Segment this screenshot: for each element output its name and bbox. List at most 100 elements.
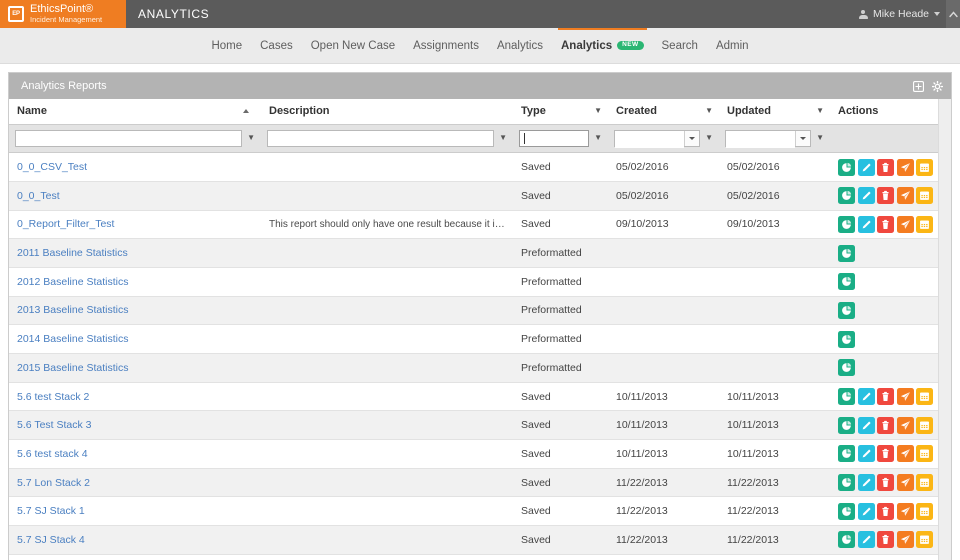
schedule-icon-button[interactable]	[916, 388, 933, 405]
calendar-dropdown-icon[interactable]	[684, 131, 699, 146]
send-icon-button[interactable]	[897, 474, 914, 491]
delete-icon-button[interactable]	[877, 503, 894, 520]
filter-input-type[interactable]	[519, 130, 589, 147]
send-icon-button[interactable]	[897, 503, 914, 520]
chart-icon-button[interactable]	[838, 245, 855, 262]
chart-icon-button[interactable]	[838, 503, 855, 520]
send-icon-button[interactable]	[897, 417, 914, 434]
edit-icon-button[interactable]	[858, 445, 875, 462]
edit-icon-button[interactable]	[858, 187, 875, 204]
filter-input-description[interactable]	[267, 130, 494, 147]
table-row[interactable]: 2012 Baseline StatisticsPreformatted	[9, 267, 951, 296]
filter-icon[interactable]: ▼	[705, 107, 713, 115]
delete-icon-button[interactable]	[877, 531, 894, 548]
edit-icon-button[interactable]	[858, 474, 875, 491]
table-row[interactable]: 0_0_CSV_TestSaved05/02/201605/02/2016	[9, 153, 951, 182]
brand-logo[interactable]: EP EthicsPoint® Incident Management	[0, 0, 126, 28]
report-name-link[interactable]: 0_Report_Filter_Test	[17, 218, 114, 230]
chart-icon-button[interactable]	[838, 216, 855, 233]
schedule-icon-button[interactable]	[916, 216, 933, 233]
edit-icon-button[interactable]	[858, 417, 875, 434]
delete-icon-button[interactable]	[877, 159, 894, 176]
filter-datepicker-created[interactable]	[614, 130, 700, 147]
filter-icon[interactable]: ▼	[247, 134, 255, 142]
edit-icon-button[interactable]	[858, 388, 875, 405]
table-row[interactable]: 5.6 test Stack 2Saved10/11/201310/11/201…	[9, 382, 951, 411]
nav-item-admin[interactable]: Admin	[707, 28, 758, 63]
report-name-link[interactable]: 5.7 Lon Stack 2	[17, 477, 90, 489]
sort-ascending-icon[interactable]	[243, 109, 249, 113]
filter-datepicker-updated[interactable]	[725, 130, 811, 147]
send-icon-button[interactable]	[897, 187, 914, 204]
scroll-gutter[interactable]	[938, 99, 951, 560]
edit-icon-button[interactable]	[858, 531, 875, 548]
chart-icon-button[interactable]	[838, 187, 855, 204]
report-name-link[interactable]: 0_0_CSV_Test	[17, 161, 87, 173]
delete-icon-button[interactable]	[877, 417, 894, 434]
schedule-icon-button[interactable]	[916, 159, 933, 176]
table-row[interactable]: 5.6 test stack 4Saved10/11/201310/11/201…	[9, 440, 951, 469]
schedule-icon-button[interactable]	[916, 445, 933, 462]
chart-icon-button[interactable]	[838, 159, 855, 176]
delete-icon-button[interactable]	[877, 216, 894, 233]
filter-input-created[interactable]	[615, 131, 684, 148]
filter-icon[interactable]: ▼	[594, 107, 602, 115]
report-name-link[interactable]: 2013 Baseline Statistics	[17, 304, 128, 316]
send-icon-button[interactable]	[897, 216, 914, 233]
column-header-updated[interactable]: Updated ▼	[719, 99, 830, 124]
calendar-dropdown-icon[interactable]	[795, 131, 810, 146]
delete-icon-button[interactable]	[877, 388, 894, 405]
table-row[interactable]: 2013 Baseline StatisticsPreformatted	[9, 296, 951, 325]
column-header-description[interactable]: Description	[261, 99, 513, 124]
user-name[interactable]: Mike Heade	[873, 8, 929, 20]
chart-icon-button[interactable]	[838, 302, 855, 319]
chart-icon-button[interactable]	[838, 474, 855, 491]
send-icon-button[interactable]	[897, 531, 914, 548]
chart-icon-button[interactable]	[838, 417, 855, 434]
report-name-link[interactable]: 5.6 test stack 4	[17, 448, 88, 460]
table-row[interactable]: 0_Report_Filter_TestThis report should o…	[9, 210, 951, 239]
schedule-icon-button[interactable]	[916, 503, 933, 520]
filter-icon[interactable]: ▼	[705, 134, 713, 142]
schedule-icon-button[interactable]	[916, 474, 933, 491]
edit-icon-button[interactable]	[858, 159, 875, 176]
report-name-link[interactable]: 5.6 Test Stack 3	[17, 419, 92, 431]
send-icon-button[interactable]	[897, 388, 914, 405]
nav-item-cases[interactable]: Cases	[251, 28, 302, 63]
filter-input-name[interactable]	[15, 130, 242, 147]
gear-icon[interactable]	[932, 81, 943, 92]
table-row[interactable]: 2014 Baseline StatisticsPreformatted	[9, 325, 951, 354]
chart-icon-button[interactable]	[838, 359, 855, 376]
edit-icon-button[interactable]	[858, 216, 875, 233]
chart-icon-button[interactable]	[838, 273, 855, 290]
delete-icon-button[interactable]	[877, 474, 894, 491]
nav-item-search[interactable]: Search	[653, 28, 707, 63]
nav-item-analytics[interactable]: Analytics	[488, 28, 552, 63]
chart-icon-button[interactable]	[838, 331, 855, 348]
column-header-type[interactable]: Type ▼	[513, 99, 608, 124]
report-name-link[interactable]: 2012 Baseline Statistics	[17, 276, 128, 288]
table-row[interactable]	[9, 554, 951, 560]
report-name-link[interactable]: 2014 Baseline Statistics	[17, 333, 128, 345]
nav-item-assignments[interactable]: Assignments	[404, 28, 488, 63]
schedule-icon-button[interactable]	[916, 417, 933, 434]
filter-icon[interactable]: ▼	[594, 134, 602, 142]
chevron-down-icon[interactable]	[934, 12, 940, 16]
edit-icon-button[interactable]	[858, 503, 875, 520]
report-name-link[interactable]: 5.7 SJ Stack 4	[17, 534, 85, 546]
nav-item-home[interactable]: Home	[202, 28, 251, 63]
report-name-link[interactable]: 5.6 test Stack 2	[17, 391, 89, 403]
send-icon-button[interactable]	[897, 445, 914, 462]
filter-icon[interactable]: ▼	[499, 134, 507, 142]
table-row[interactable]: 5.7 Lon Stack 2Saved11/22/201311/22/2013	[9, 468, 951, 497]
filter-input-updated[interactable]	[726, 131, 795, 148]
add-icon[interactable]	[913, 81, 924, 92]
filter-icon[interactable]: ▼	[816, 107, 824, 115]
schedule-icon-button[interactable]	[916, 531, 933, 548]
table-row[interactable]: 5.7 SJ Stack 1Saved11/22/201311/22/2013	[9, 497, 951, 526]
delete-icon-button[interactable]	[877, 187, 894, 204]
chart-icon-button[interactable]	[838, 531, 855, 548]
chart-icon-button[interactable]	[838, 388, 855, 405]
report-name-link[interactable]: 2015 Baseline Statistics	[17, 362, 128, 374]
table-row[interactable]: 0_0_TestSaved05/02/201605/02/2016	[9, 181, 951, 210]
